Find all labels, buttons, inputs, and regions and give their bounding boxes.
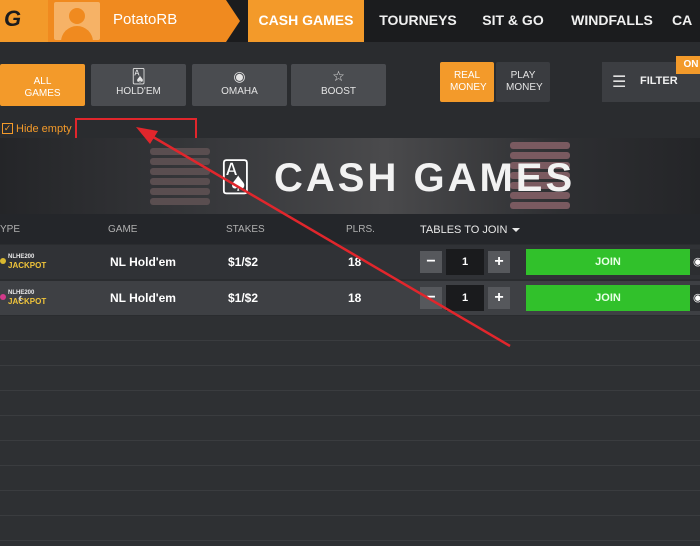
top-navigation: G PotatoRB CASH GAMES TOURNEYS SIT & GO … (0, 0, 700, 42)
table-header: YPE GAME STAKES PLRS. TABLES TO JOIN (0, 214, 700, 244)
jackpot-badge: NLHE200 JACKPOT (0, 290, 50, 306)
chevron-left-icon[interactable]: ‹ (18, 290, 22, 305)
hide-empty-checkbox[interactable]: ✓ (2, 123, 13, 134)
tab-tourneys[interactable]: TOURNEYS (372, 0, 464, 42)
tab-sit-and-go[interactable]: SIT & GO (472, 0, 554, 42)
banner-title: CASH GAMES (274, 156, 576, 200)
table-row[interactable]: NLHE200 JACKPOT NL Hold'em $1/$2 18 − 1 … (0, 245, 700, 279)
filter-boost-button[interactable]: ☆ BOOST (291, 64, 386, 106)
stakes-value: $1/$2 (228, 255, 259, 269)
filter-holdem-label: HOLD'EM (116, 86, 161, 97)
tables-to-join-label: TABLES TO JOIN (420, 224, 508, 236)
filter-holdem-button[interactable]: 🂡 HOLD'EM (91, 64, 186, 106)
column-tables-to-join[interactable]: TABLES TO JOIN (420, 224, 521, 236)
jackpot-icon (0, 258, 6, 264)
playing-cards-icon: 🂡 (220, 161, 251, 194)
jackpot-label: JACKPOT (8, 297, 47, 306)
username: PotatoRB (113, 11, 178, 28)
user-profile-arrow (226, 0, 240, 42)
column-game[interactable]: GAME (108, 224, 137, 235)
increment-button[interactable]: + (488, 287, 510, 309)
jackpot-badge: NLHE200 JACKPOT (0, 254, 50, 270)
filter-all-games-button[interactable]: ALL GAMES (0, 64, 85, 106)
table-row[interactable]: NLHE200 JACKPOT ‹ NL Hold'em $1/$2 18 − … (0, 281, 700, 315)
join-button[interactable]: JOIN (526, 249, 690, 275)
play-money-label: PLAY MONEY (506, 70, 543, 93)
increment-button[interactable]: + (488, 251, 510, 273)
game-name: NL Hold'em (110, 255, 176, 269)
decrement-button[interactable]: − (420, 251, 442, 273)
game-name: NL Hold'em (110, 291, 176, 305)
filter-label: FILTER (640, 75, 678, 87)
tab-windfalls[interactable]: WINDFALLS (562, 0, 662, 42)
jackpot-icon (0, 294, 6, 300)
filter-omaha-label: OMAHA (221, 86, 258, 97)
avatar[interactable] (54, 2, 100, 40)
logo-icon: G (4, 6, 22, 31)
chip-stack-left (150, 138, 210, 214)
jackpot-label: JACKPOT (8, 261, 47, 270)
eye-icon[interactable]: ◉ (690, 285, 700, 311)
jackpot-code: NLHE200 (8, 254, 35, 260)
hide-empty-label: Hide empty (16, 123, 72, 135)
join-button[interactable]: JOIN (526, 285, 690, 311)
eye-icon[interactable]: ◉ (690, 249, 700, 275)
column-players[interactable]: PLRS. (346, 224, 375, 235)
empty-table-area (0, 316, 700, 546)
players-count: 18 (348, 291, 362, 305)
avatar-body-icon (61, 26, 93, 40)
omaha-icon: ◉ (233, 68, 246, 84)
real-money-button[interactable]: REAL MONEY (440, 62, 494, 102)
play-money-button[interactable]: PLAY MONEY (496, 62, 550, 102)
tab-cash-games[interactable]: CASH GAMES (248, 0, 364, 42)
cards-icon: 🂡 (131, 68, 146, 84)
filter-omaha-button[interactable]: ◉ OMAHA (192, 64, 287, 106)
players-count: 18 (348, 255, 362, 269)
column-type[interactable]: YPE (0, 224, 20, 235)
star-icon: ☆ (332, 68, 345, 84)
decrement-button[interactable]: − (420, 287, 442, 309)
avatar-head-icon (69, 8, 85, 24)
tables-quantity[interactable]: 1 (446, 249, 484, 275)
filter-on-badge: ON (676, 56, 700, 74)
filter-boost-label: BOOST (320, 86, 356, 97)
tab-casino[interactable]: CA (672, 0, 700, 42)
column-stakes[interactable]: STAKES (226, 224, 265, 235)
chevron-down-icon (512, 228, 521, 233)
real-money-label: REAL MONEY (450, 70, 487, 93)
sliders-icon: ☰ (612, 74, 627, 91)
cash-games-banner: 🂡 CASH GAMES (0, 138, 700, 214)
filter-all-games-label: ALL GAMES (24, 76, 61, 99)
logo[interactable]: G (0, 0, 48, 42)
tables-quantity[interactable]: 1 (446, 285, 484, 311)
stakes-value: $1/$2 (228, 291, 259, 305)
